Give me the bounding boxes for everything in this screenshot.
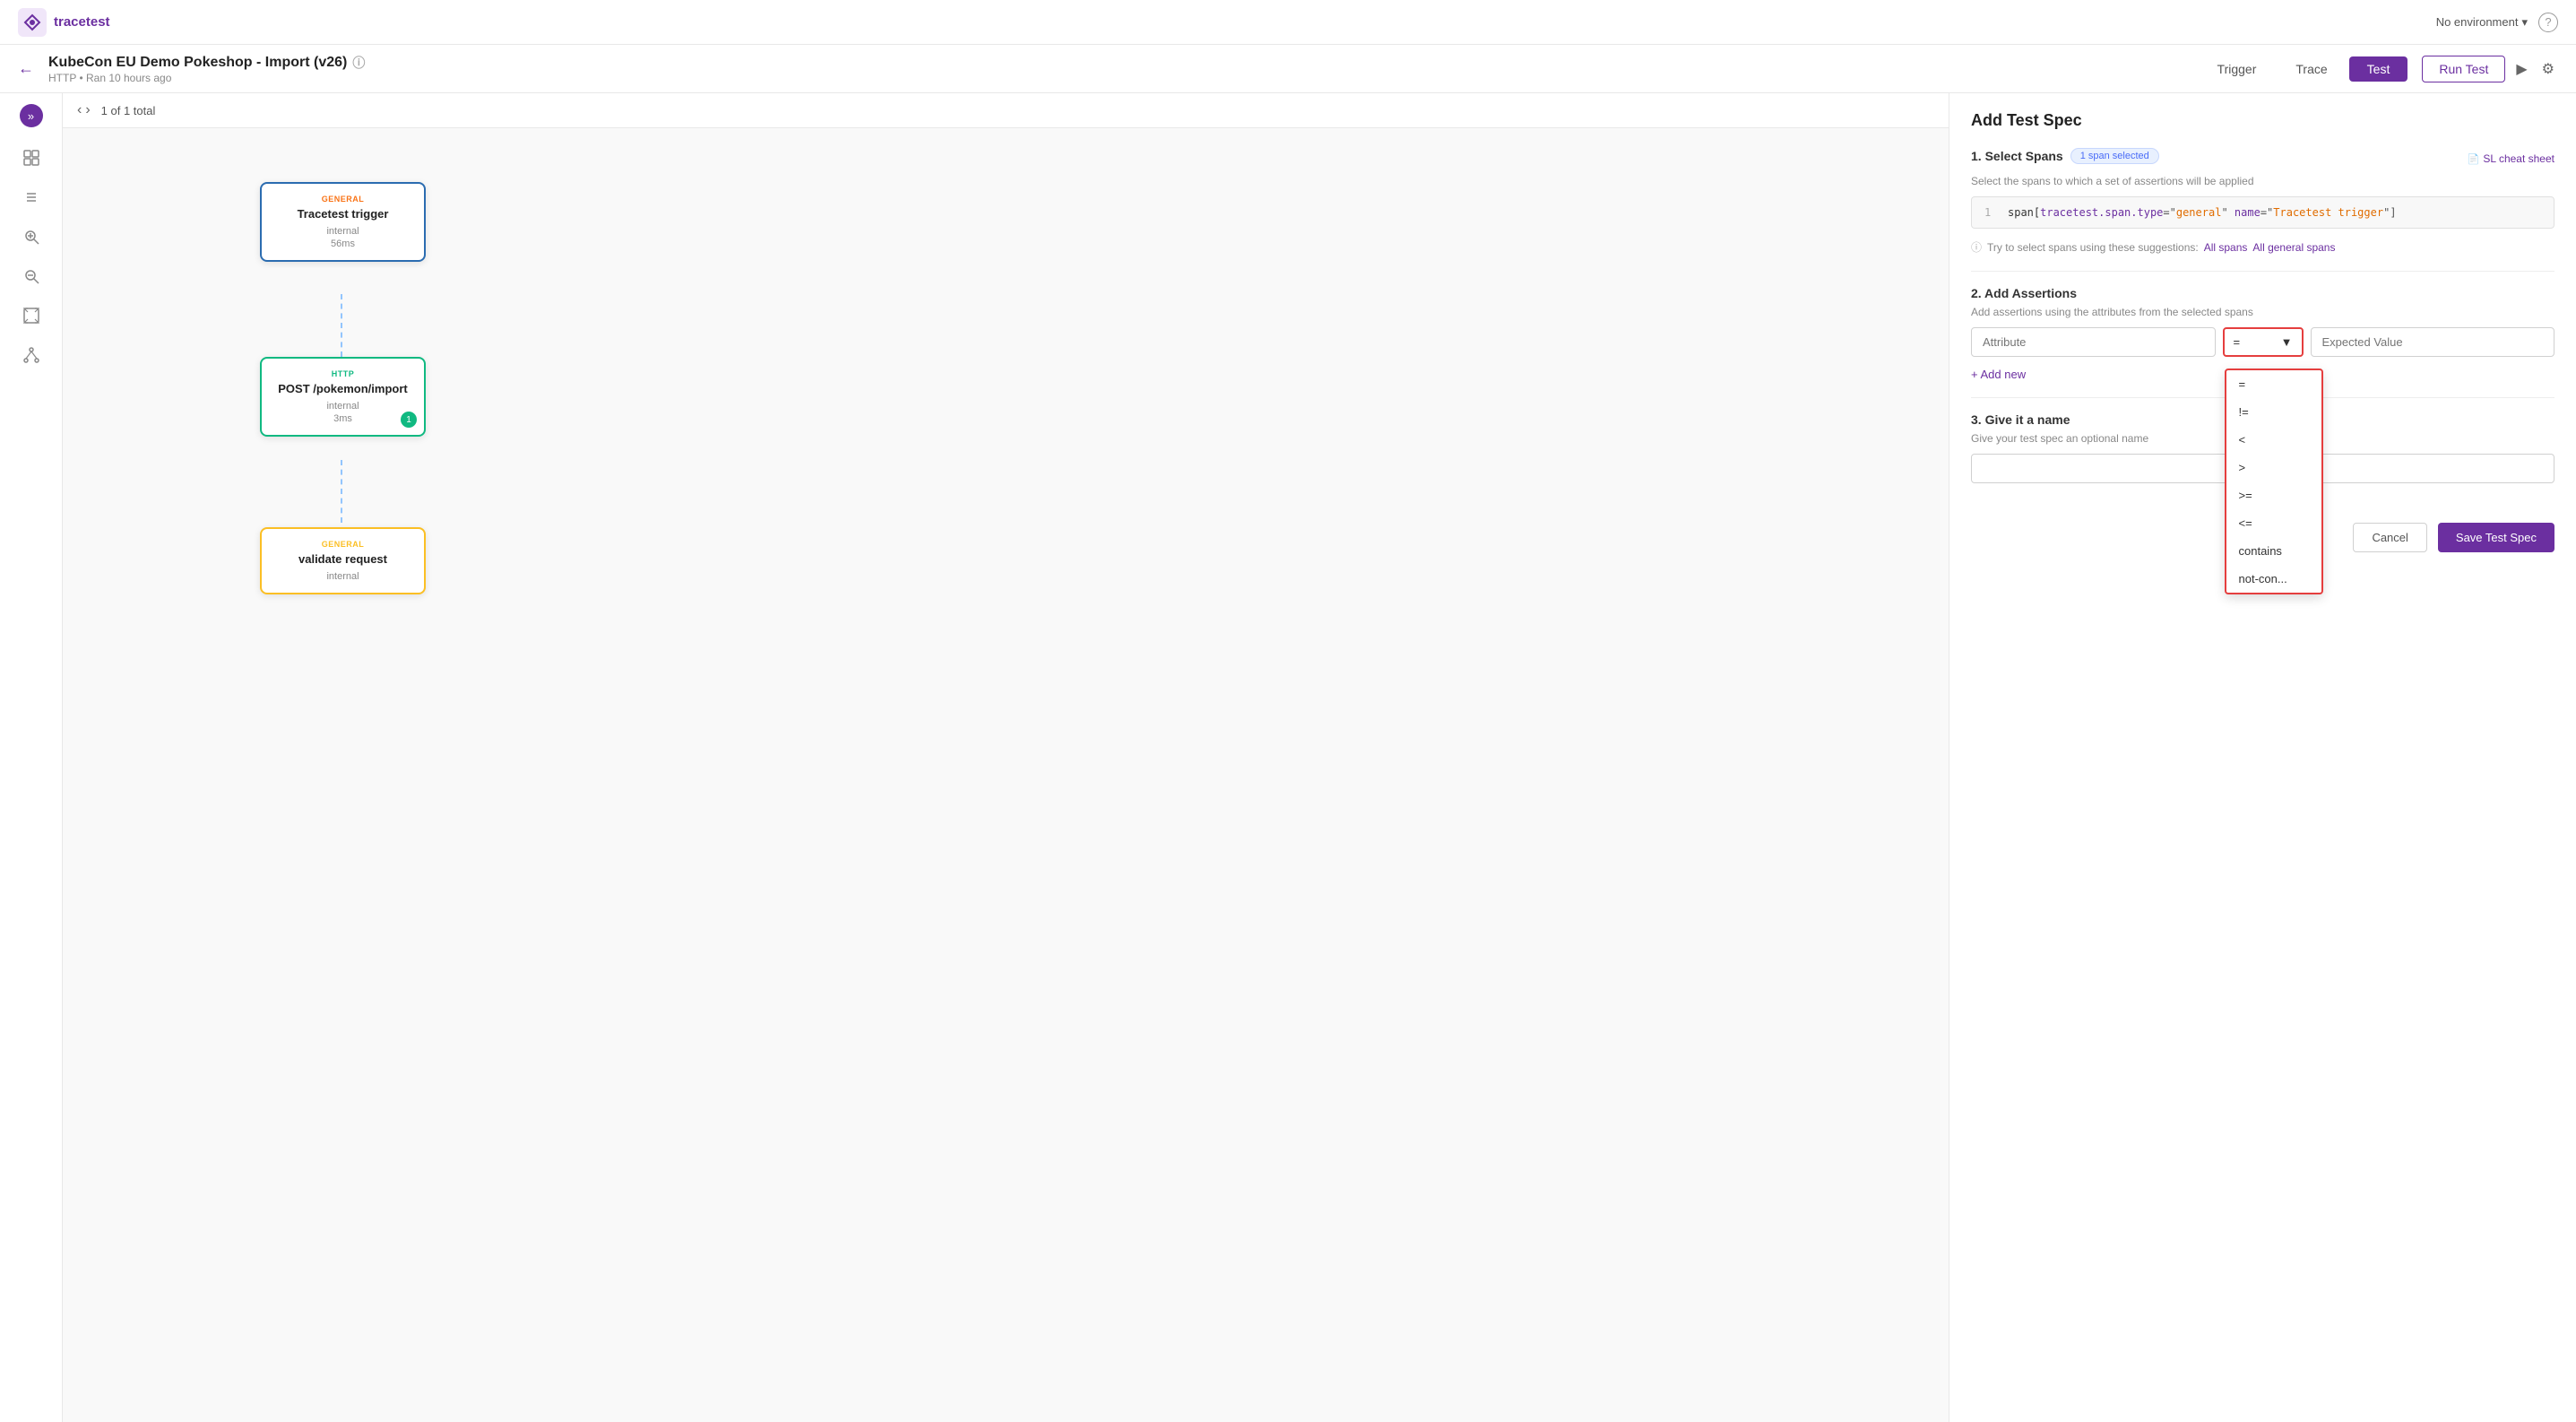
- tab-trigger[interactable]: Trigger: [2200, 56, 2275, 82]
- operator-contains[interactable]: contains: [2226, 537, 2321, 565]
- sidebar-icon-fit[interactable]: [15, 299, 48, 332]
- chevron-down-icon: ▼: [2281, 335, 2293, 349]
- test-subtitle: HTTP • Ran 10 hours ago: [48, 72, 2185, 84]
- suggestions-row: ⓘ Try to select spans using these sugges…: [1971, 239, 2554, 255]
- node-type-label: HTTP: [276, 369, 410, 378]
- trace-node-validate[interactable]: GENERAL validate request internal: [260, 527, 426, 594]
- next-span-button[interactable]: ›: [85, 102, 90, 118]
- tab-test[interactable]: Test: [2349, 56, 2408, 82]
- expand-sidebar-button[interactable]: »: [20, 104, 43, 127]
- cheatsheet-link[interactable]: 📄 SL cheat sheet: [2468, 152, 2554, 165]
- operator-gte[interactable]: >=: [2226, 481, 2321, 509]
- prev-span-button[interactable]: ‹: [77, 102, 82, 118]
- node-name-label: validate request: [276, 552, 410, 566]
- panel-title: Add Test Spec: [1971, 111, 2554, 130]
- node-name-label: POST /pokemon/import: [276, 382, 410, 395]
- test-title: KubeCon EU Demo Pokeshop - Import (v26) …: [48, 54, 2185, 72]
- section1-desc: Select the spans to which a set of asser…: [1971, 175, 2554, 187]
- save-test-spec-button[interactable]: Save Test Spec: [2438, 523, 2554, 552]
- environment-label: No environment: [2436, 15, 2519, 29]
- test-title-area: KubeCon EU Demo Pokeshop - Import (v26) …: [48, 54, 2185, 84]
- assertions-row: = ▼ = != < > >= <= contains not-con...: [1971, 327, 2554, 357]
- run-test-button[interactable]: Run Test: [2422, 56, 2505, 82]
- cancel-button[interactable]: Cancel: [2353, 523, 2426, 552]
- node-badge: 1: [401, 412, 417, 428]
- sidebar-icon-grid[interactable]: [15, 142, 48, 174]
- sidebar-icon-zoom-out[interactable]: [15, 260, 48, 292]
- operator-not-contains[interactable]: not-con...: [2226, 565, 2321, 593]
- span-count: 1 of 1 total: [101, 104, 156, 117]
- top-navbar: tracetest No environment ▾ ?: [0, 0, 2576, 45]
- node-meta: internal 56ms: [276, 226, 410, 249]
- environment-selector[interactable]: No environment ▾: [2436, 15, 2528, 30]
- settings-icon[interactable]: ⚙: [2538, 56, 2558, 82]
- section2-title: 2. Add Assertions: [1971, 286, 2554, 300]
- trace-canvas: GENERAL Tracetest trigger internal 56ms …: [63, 128, 1949, 1412]
- expected-value-input[interactable]: [2311, 327, 2555, 357]
- section2-desc: Add assertions using the attributes from…: [1971, 306, 2554, 318]
- app-logo: tracetest: [18, 8, 110, 37]
- logo-text: tracetest: [54, 14, 110, 30]
- trace-node-trigger[interactable]: GENERAL Tracetest trigger internal 56ms: [260, 182, 426, 262]
- all-general-spans-link[interactable]: All general spans: [2252, 241, 2335, 254]
- node-name-label: Tracetest trigger: [276, 207, 410, 221]
- trace-node-http[interactable]: HTTP POST /pokemon/import internal 3ms 1: [260, 357, 426, 437]
- trace-toolbar: ‹ › 1 of 1 total: [63, 93, 1949, 128]
- sidebar-icon-list[interactable]: [15, 181, 48, 213]
- divider-1: [1971, 271, 2554, 272]
- sidebar-icon-zoom-in[interactable]: [15, 221, 48, 253]
- operator-lt[interactable]: <: [2226, 426, 2321, 454]
- attribute-input[interactable]: [1971, 327, 2216, 357]
- nav-buttons: ‹ ›: [77, 102, 91, 118]
- logo-icon: [18, 8, 47, 37]
- trace-area: ‹ › 1 of 1 total GENERAL Tracetest trigg…: [63, 93, 1949, 1422]
- section1-title: 1. Select Spans 1 span selected: [1971, 148, 2159, 164]
- export-icon[interactable]: ▶: [2512, 56, 2530, 82]
- main-layout: » ‹ › 1 of 1 total: [0, 93, 2576, 1422]
- back-button[interactable]: ←: [18, 59, 34, 78]
- operator-neq[interactable]: !=: [2226, 398, 2321, 426]
- navbar-right: No environment ▾ ?: [2436, 13, 2558, 32]
- operator-select[interactable]: = ▼ = != < > >= <= contains not-con...: [2223, 327, 2304, 357]
- sidebar-icon-nodes[interactable]: [15, 339, 48, 371]
- secondary-header: ← KubeCon EU Demo Pokeshop - Import (v26…: [0, 45, 2576, 93]
- connector-line-1: [341, 294, 342, 357]
- node-meta: internal 3ms: [276, 401, 410, 424]
- right-panel: Add Test Spec 1. Select Spans 1 span sel…: [1949, 93, 2576, 1422]
- tab-trace[interactable]: Trace: [2278, 56, 2345, 82]
- info-icon: ⓘ: [352, 54, 365, 72]
- connector-line-2: [341, 460, 342, 523]
- node-type-label: GENERAL: [276, 540, 410, 549]
- left-sidebar: »: [0, 93, 63, 1422]
- tab-group: Trigger Trace Test: [2200, 56, 2408, 82]
- info-icon-small: ⓘ: [1971, 239, 1982, 255]
- chevron-down-icon: ▾: [2521, 15, 2528, 30]
- operator-eq[interactable]: =: [2226, 370, 2321, 398]
- help-icon[interactable]: ?: [2538, 13, 2558, 32]
- operator-lte[interactable]: <=: [2226, 509, 2321, 537]
- add-new-button[interactable]: + Add new: [1971, 368, 2026, 381]
- header-actions: Run Test ▶ ⚙: [2422, 56, 2558, 82]
- selector-code-block: 1 span[tracetest.span.type="general" nam…: [1971, 196, 2554, 229]
- all-spans-link[interactable]: All spans: [2204, 241, 2248, 254]
- spans-badge: 1 span selected: [2070, 148, 2159, 164]
- section1-header: 1. Select Spans 1 span selected 📄 SL che…: [1971, 148, 2554, 169]
- operator-dropdown: = != < > >= <= contains not-con...: [2225, 369, 2323, 594]
- operator-gt[interactable]: >: [2226, 454, 2321, 481]
- node-type-label: GENERAL: [276, 195, 410, 204]
- node-meta: internal: [276, 571, 410, 582]
